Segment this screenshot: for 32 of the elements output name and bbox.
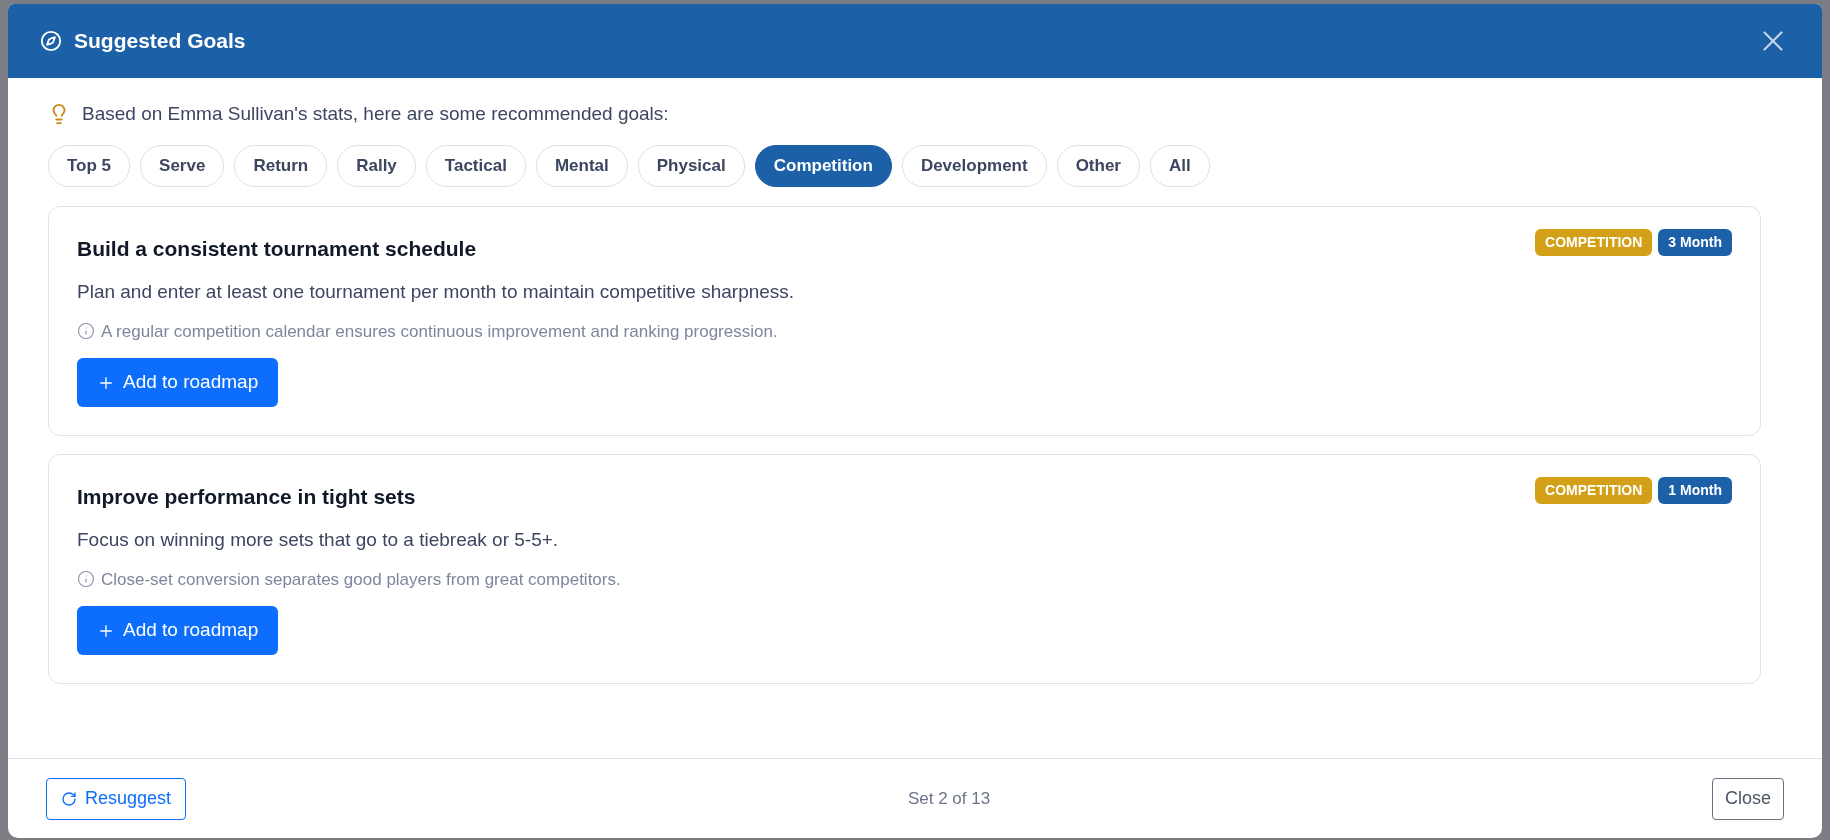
filter-tab[interactable]: Mental (535, 144, 628, 187)
add-to-roadmap-button[interactable]: Add to roadmap (77, 358, 279, 407)
intro-text: Based on Emma Sullivan's stats, here are some recommended goals: (82, 102, 669, 126)
goal-note: Close-set conversion separates good players from great competitors. (101, 568, 621, 591)
add-to-roadmap-button[interactable]: Add to roadmap (77, 606, 279, 655)
info-icon (77, 322, 95, 341)
filter-tab[interactable]: Return (234, 144, 328, 187)
goal-note: A regular competition calendar ensures continuous improvement and ranking progression. (101, 320, 778, 343)
goal-description: Focus on winning more sets that go to a tiebreak or 5-5+. (77, 528, 560, 552)
category-badge: COMPETITION (1535, 476, 1653, 504)
filter-tab[interactable]: Tactical (425, 144, 526, 187)
goal-title: Build a consistent tournament schedule (77, 235, 477, 262)
filter-tab[interactable]: Competition (754, 144, 892, 187)
filter-tab[interactable]: Physical (637, 144, 745, 187)
filter-tab[interactable]: Rally (337, 144, 416, 187)
compass-icon (40, 30, 62, 52)
filter-tab[interactable]: Top 5 (48, 144, 131, 187)
goal-title: Improve performance in tight sets (77, 483, 416, 510)
goal-description: Plan and enter at least one tournament per month to maintain competitive sharpness. (77, 280, 796, 304)
refresh-icon (61, 790, 77, 807)
category-badge: COMPETITION (1535, 228, 1653, 256)
duration-badge: 3 Month (1658, 228, 1732, 256)
filter-tab[interactable]: Serve (140, 144, 225, 187)
filter-tab[interactable]: Other (1056, 144, 1140, 187)
resuggest-button[interactable]: Resuggest (46, 777, 187, 820)
dialog-title: Suggested Goals (74, 28, 246, 55)
filter-tab[interactable]: All (1150, 144, 1210, 187)
duration-badge: 1 Month (1658, 476, 1732, 504)
info-icon (77, 570, 95, 589)
close-button[interactable]: Close (1711, 777, 1784, 820)
set-counter: Set 2 of 13 (907, 787, 991, 810)
filter-tab[interactable]: Development (901, 144, 1047, 187)
